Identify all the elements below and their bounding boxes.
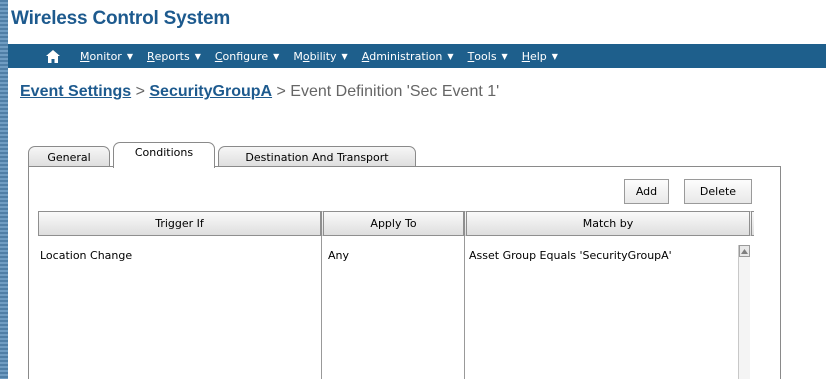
nav-monitor[interactable]: Monitor ▼ xyxy=(80,50,133,63)
cell-apply-to: Any xyxy=(328,249,350,262)
chevron-down-icon: ▼ xyxy=(551,51,558,61)
breadcrumb: Event Settings > SecurityGroupA > Event … xyxy=(20,83,499,101)
left-stripe-decoration xyxy=(0,0,8,379)
conditions-table: Trigger If Apply To Match by Location Ch… xyxy=(38,211,754,379)
home-button[interactable] xyxy=(46,44,80,68)
nav-administration[interactable]: Administration ▼ xyxy=(362,50,454,63)
breadcrumb-link-securitygroupa[interactable]: SecurityGroupA xyxy=(149,83,272,100)
chevron-down-icon: ▼ xyxy=(447,51,454,61)
breadcrumb-current: Event Definition 'Sec Event 1' xyxy=(290,83,500,100)
tab-destination-and-transport[interactable]: Destination And Transport xyxy=(218,146,416,168)
column-divider xyxy=(321,236,322,379)
breadcrumb-separator: > xyxy=(272,83,291,100)
cell-match-by: Asset Group Equals 'SecurityGroupA' xyxy=(469,249,672,262)
home-icon xyxy=(46,49,60,63)
breadcrumb-link-event-settings[interactable]: Event Settings xyxy=(20,83,131,100)
tab-general[interactable]: General xyxy=(28,146,110,168)
nav-configure[interactable]: Configure ▼ xyxy=(215,50,279,63)
column-header-filler xyxy=(749,211,754,236)
cell-trigger-if: Location Change xyxy=(40,249,133,262)
delete-button[interactable]: Delete xyxy=(684,179,752,204)
scroll-up-button[interactable] xyxy=(739,245,750,257)
column-divider xyxy=(464,236,465,379)
nav-mobility[interactable]: Mo bility ▼ xyxy=(293,50,347,63)
chevron-down-icon: ▼ xyxy=(194,51,201,61)
app-title: Wireless Control System xyxy=(11,8,231,29)
tab-conditions[interactable]: Conditions xyxy=(113,142,215,168)
chevron-down-icon: ▼ xyxy=(126,51,133,61)
scroll-up-arrow-icon xyxy=(741,248,748,254)
column-header-apply-to[interactable]: Apply To xyxy=(321,211,464,236)
column-header-trigger-if[interactable]: Trigger If xyxy=(38,211,321,236)
chevron-down-icon: ▼ xyxy=(501,51,508,61)
nav-reports[interactable]: Reports ▼ xyxy=(147,50,201,63)
chevron-down-icon: ▼ xyxy=(341,51,348,61)
nav-tools[interactable]: Tools ▼ xyxy=(468,50,508,63)
nav-help[interactable]: Help ▼ xyxy=(522,50,558,63)
vertical-scrollbar[interactable] xyxy=(738,245,750,379)
column-header-match-by[interactable]: Match by xyxy=(464,211,750,236)
breadcrumb-separator: > xyxy=(131,83,150,100)
add-button[interactable]: Add xyxy=(624,179,669,204)
chevron-down-icon: ▼ xyxy=(273,51,280,61)
main-navbar: Monitor ▼ Reports ▼ Configure ▼ Mo bility ▼ A… xyxy=(8,44,826,68)
